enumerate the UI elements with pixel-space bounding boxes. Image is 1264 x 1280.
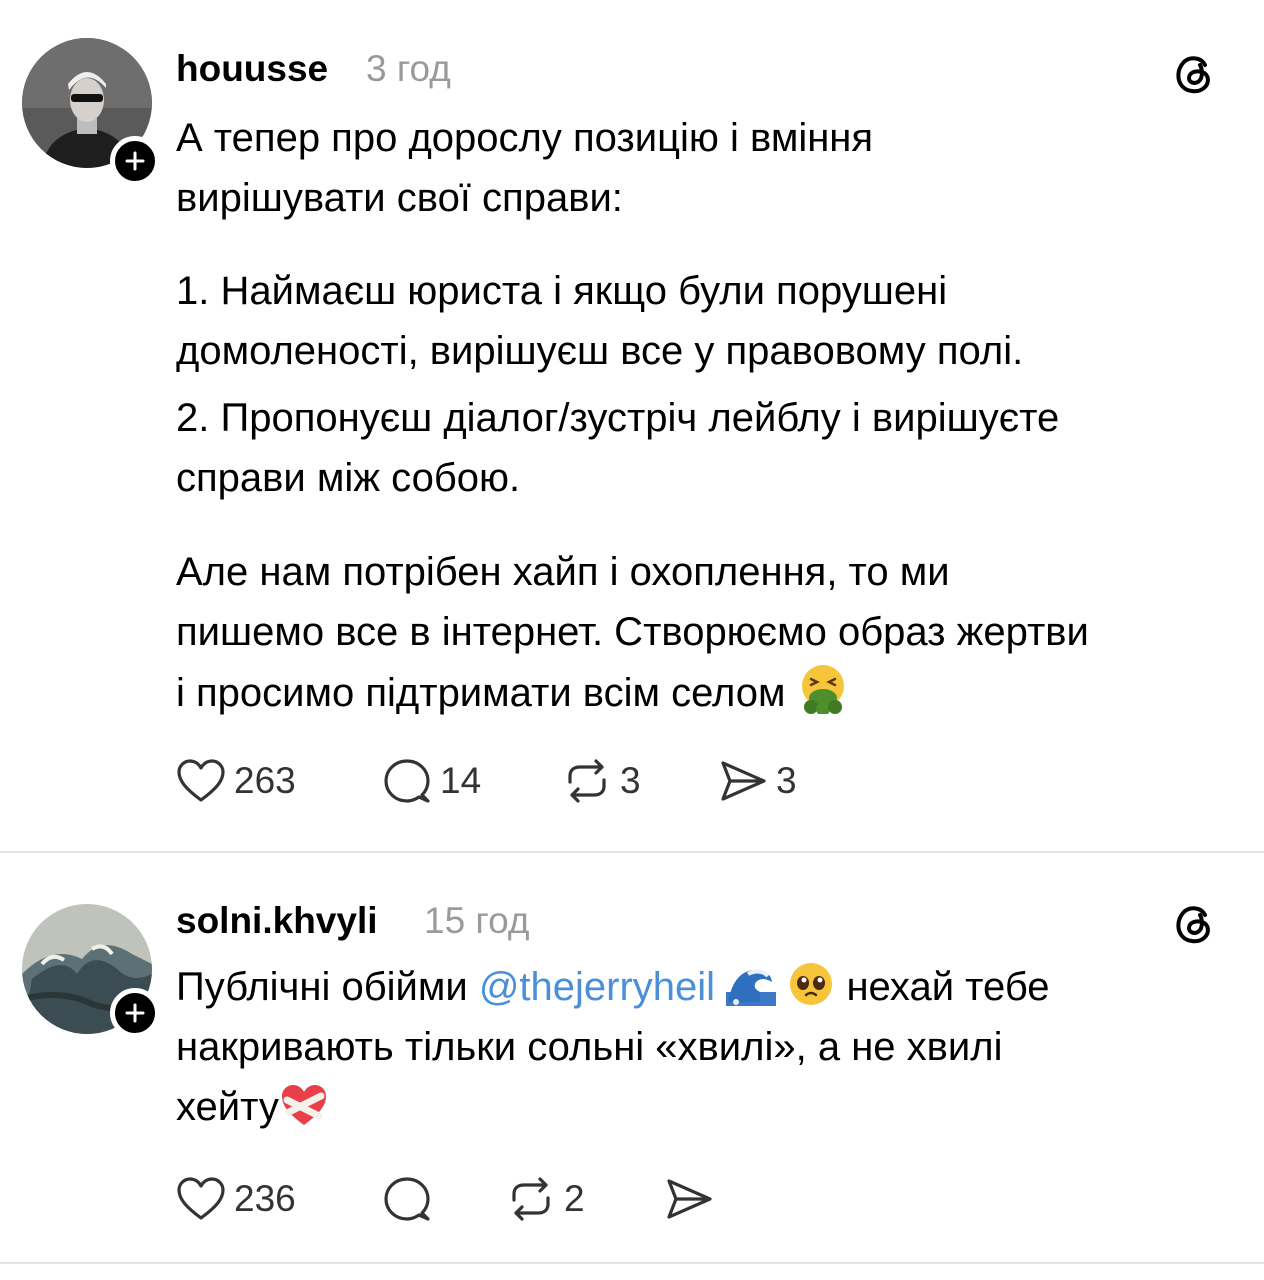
repost-count: 3 <box>620 760 641 801</box>
timestamp: 15 год <box>424 900 530 941</box>
post-text: хейту <box>176 1085 279 1129</box>
comment-icon <box>384 759 430 803</box>
repost-button[interactable]: 2 <box>506 1174 585 1224</box>
share-button[interactable]: 3 <box>718 756 797 806</box>
mending-heart-emoji <box>281 1085 326 1125</box>
threads-logo-icon[interactable] <box>1170 898 1220 948</box>
post-text-line: і просимо підтримати всім селом <box>176 671 786 715</box>
post-text-line-with-emoji: і просимо підтримати всім селом <box>176 662 849 723</box>
share-count: 3 <box>776 760 797 801</box>
repost-icon <box>568 759 606 803</box>
post-text-line: вирішувати свої справи: <box>176 176 623 220</box>
like-count: 236 <box>234 1178 296 1219</box>
post-text-line: накривають тільки сольні «хвилі», а не х… <box>176 1025 1003 1069</box>
post-text-line: домоленості, вирішуєш все у правовому по… <box>176 329 1024 373</box>
threads-logo-icon[interactable] <box>1170 48 1220 98</box>
post-text-line-with-emoji: хейту <box>176 1077 329 1137</box>
post-divider <box>0 1262 1264 1264</box>
post-houusse: houusse 3 год А тепер про дорослу позиці… <box>0 0 1264 852</box>
post-solni-khvyli: solni.khvyli 15 год Публічні обійми @the… <box>0 852 1264 1262</box>
username[interactable]: solni.khvyli <box>176 900 378 942</box>
share-icon <box>667 1179 712 1219</box>
like-button[interactable]: 236 <box>176 1174 296 1224</box>
repost-count: 2 <box>564 1178 585 1219</box>
post-text-line: пишемо все в інтернет. Створюємо образ ж… <box>176 610 1089 654</box>
post-text-line: 1. Наймаєш юриста і якщо були порушені <box>176 269 948 313</box>
wave-emoji <box>726 969 777 1006</box>
comment-count: 14 <box>440 760 482 801</box>
post-text-line: Але нам потрібен хайп і охоплення, то ми <box>176 550 950 594</box>
vomiting-face-emoji <box>801 665 844 714</box>
heart-icon <box>177 1177 225 1220</box>
heart-icon <box>177 759 225 802</box>
post-text-line: 2. Пропонуєш діалог/зустріч лейблу і вир… <box>176 396 1060 440</box>
follow-button[interactable] <box>110 136 160 186</box>
comment-button[interactable] <box>382 1174 432 1224</box>
repost-button[interactable]: 3 <box>562 756 641 806</box>
post-text: Публічні обійми <box>176 965 479 1009</box>
post-text: нехай тебе <box>846 965 1050 1009</box>
comment-icon <box>384 1177 430 1221</box>
share-button[interactable] <box>664 1174 714 1224</box>
username[interactable]: houusse <box>176 48 328 90</box>
follow-plus-icon <box>125 1003 145 1023</box>
post-text-line: справи між собою. <box>176 456 521 500</box>
follow-button[interactable] <box>110 988 160 1038</box>
timestamp: 3 год <box>366 48 451 89</box>
like-button[interactable]: 263 <box>176 756 296 806</box>
mention-link[interactable]: @thejerryheil <box>479 965 715 1009</box>
like-count: 263 <box>234 760 296 801</box>
comment-button[interactable]: 14 <box>382 756 481 806</box>
follow-plus-icon <box>125 151 145 171</box>
pleading-face-emoji <box>790 963 833 1005</box>
share-icon <box>721 761 766 801</box>
repost-icon <box>512 1177 550 1221</box>
post-text-line-with-mention: Публічні обійми @thejerryheil нехай тебе <box>176 957 1050 1017</box>
post-text-line: А тепер про дорослу позицію і вміння <box>176 116 874 160</box>
